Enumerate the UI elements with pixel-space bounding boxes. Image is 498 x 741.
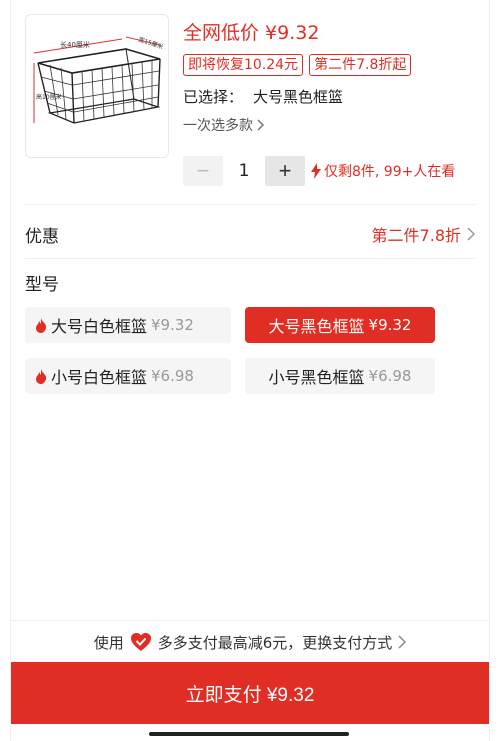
decrease-button[interactable]: − (183, 156, 223, 186)
quantity-value[interactable]: 1 (223, 161, 265, 181)
quantity-stepper: − 1 + 仅剩8件, 99+人在看 (183, 156, 455, 186)
option-small-white[interactable]: 小号白色框篮 ¥6.98 (25, 358, 231, 394)
price-tags: 即将恢复10.24元 第二件7.8折起 (183, 54, 479, 76)
chevron-right-icon (398, 635, 407, 649)
price-line: 全网低价 ¥9.32 (183, 20, 479, 46)
stock-text: 仅剩8件, 99+人在看 (324, 164, 456, 180)
promo-label: 优惠 (25, 226, 59, 247)
lightning-icon (311, 163, 321, 179)
selected-value: 大号黑色框篮 (253, 88, 344, 106)
multi-select-label: 一次选多款 (183, 118, 253, 134)
chevron-right-icon (467, 227, 475, 241)
promo-value: 第二件7.8折 (372, 222, 475, 246)
selected-label: 已选择： (183, 88, 244, 106)
restore-price-tag: 即将恢复10.24元 (183, 54, 304, 76)
option-price: ¥9.32 (368, 316, 412, 334)
increase-button[interactable]: + (265, 156, 305, 186)
wire-basket-image: 长40厘米 宽15厘米 高10厘米 (33, 35, 164, 124)
option-name: 小号黑色框篮 (268, 368, 365, 387)
option-price: ¥6.98 (368, 367, 412, 385)
stock-notice: 仅剩8件, 99+人在看 (311, 161, 455, 181)
payment-hint-prefix: 使用 (93, 633, 124, 652)
fire-icon (35, 317, 47, 333)
length-label: 长40厘米 (60, 40, 90, 49)
heart-pay-icon (130, 633, 151, 651)
divider (25, 204, 475, 205)
promo-row[interactable]: 优惠 第二件7.8折 (25, 210, 475, 258)
width-label: 宽15厘米 (137, 35, 164, 51)
option-large-black[interactable]: 大号黑色框篮 ¥9.32 (245, 307, 435, 343)
divider (25, 258, 475, 259)
height-label: 高10厘米 (36, 93, 62, 101)
price-prefix: 全网低价 (183, 22, 260, 44)
option-price: ¥6.98 (151, 367, 194, 385)
chevron-right-icon (257, 119, 265, 131)
second-item-discount-tag: 第二件7.8折起 (309, 54, 412, 76)
option-large-white[interactable]: 大号白色框篮 ¥9.32 (25, 307, 231, 343)
option-small-black[interactable]: 小号黑色框篮 ¥6.98 (245, 358, 435, 394)
multi-select-link[interactable]: 一次选多款 (183, 115, 479, 135)
payment-hint-text: 多多支付最高减6元，更换支付方式 (157, 633, 393, 652)
pay-now-button[interactable]: 立即支付 ¥9.32 (11, 662, 489, 724)
home-indicator (149, 732, 349, 736)
product-thumbnail[interactable]: 长40厘米 宽15厘米 高10厘米 (25, 14, 169, 158)
promo-text: 第二件7.8折 (371, 226, 461, 245)
model-title: 型号 (25, 275, 59, 295)
current-price: ¥9.32 (265, 22, 320, 44)
option-price: ¥9.32 (151, 316, 194, 334)
product-info: 全网低价 ¥9.32 即将恢复10.24元 第二件7.8折起 已选择： 大号黑色框篮… (183, 20, 479, 135)
payment-method-hint[interactable]: 使用 多多支付最高减6元，更换支付方式 (11, 620, 489, 663)
fire-icon (35, 368, 47, 384)
sku-sheet: 长40厘米 宽15厘米 高10厘米 全网低价 ¥9.32 即将恢复10.24元 … (10, 0, 490, 741)
option-name: 小号白色框篮 (51, 368, 148, 387)
option-name: 大号黑色框篮 (268, 317, 365, 336)
selected-variant: 已选择： 大号黑色框篮 (183, 86, 479, 107)
option-name: 大号白色框篮 (51, 317, 148, 336)
